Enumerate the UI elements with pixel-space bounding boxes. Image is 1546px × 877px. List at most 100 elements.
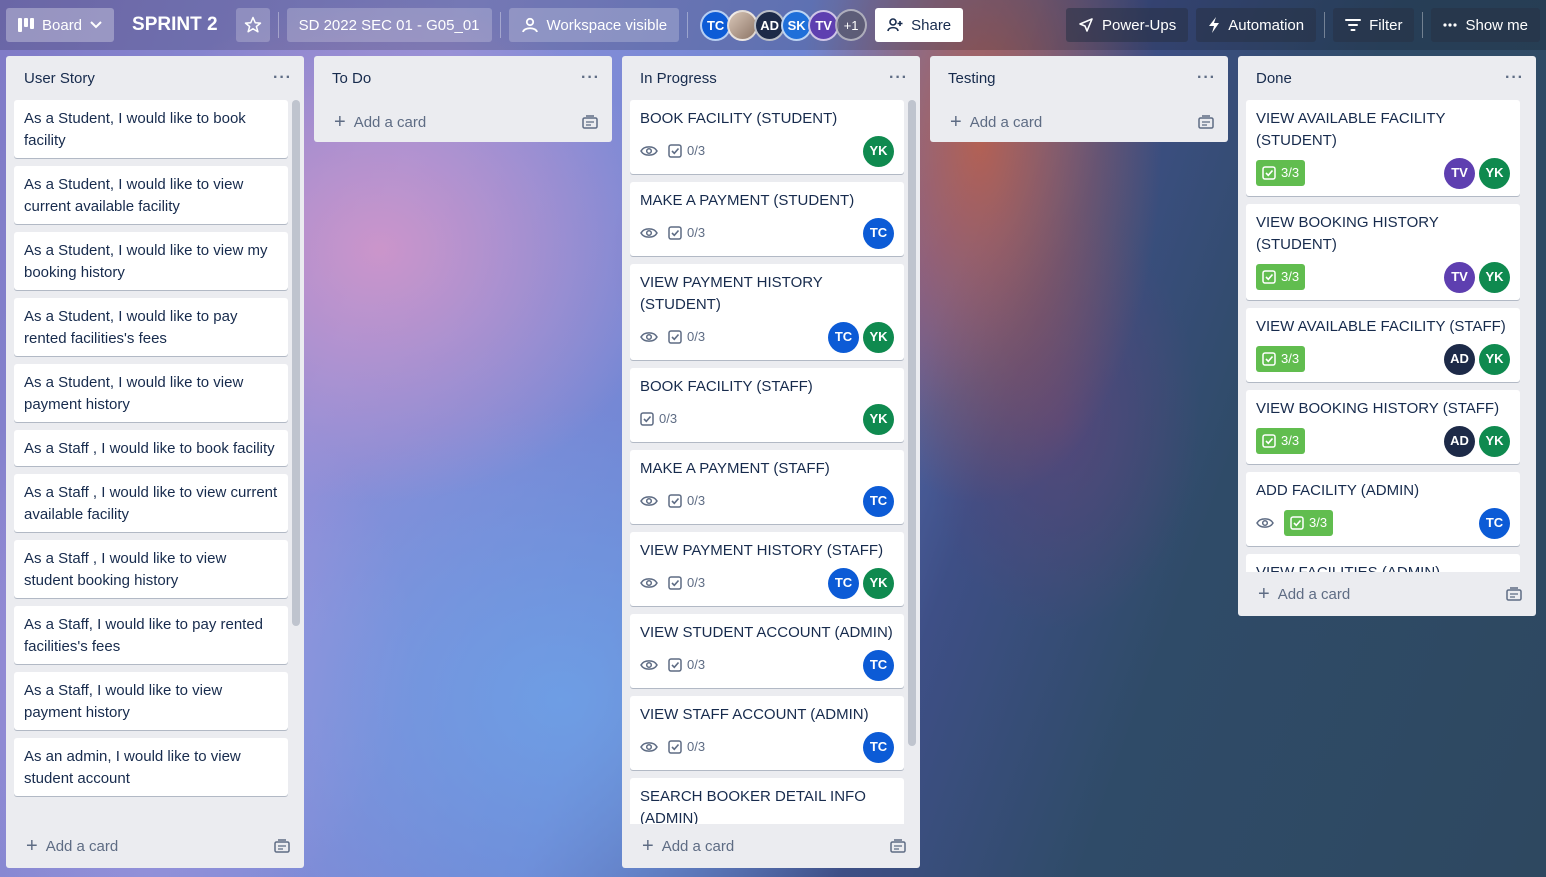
card[interactable]: As a Student, I would like to view curre… <box>14 166 288 224</box>
card[interactable]: MAKE A PAYMENT (STUDENT) 0/3 TC <box>630 182 904 256</box>
avatar[interactable]: TC <box>828 321 859 353</box>
card[interactable]: VIEW PAYMENT HISTORY (STAFF) 0/3 TC YK <box>630 532 904 606</box>
board-members: TC AD SK TV +1 <box>700 9 868 41</box>
share-button[interactable]: Share <box>875 8 964 42</box>
avatar[interactable]: TC <box>828 567 859 599</box>
card[interactable]: As a Student, I would like to book facil… <box>14 100 288 158</box>
checklist-badge: 3/3 <box>1284 510 1334 536</box>
add-card-button[interactable]: + Add a card <box>334 112 426 132</box>
avatar[interactable]: TC <box>863 485 894 517</box>
card[interactable]: As a Student, I would like to view payme… <box>14 364 288 422</box>
avatar[interactable]: YK <box>1479 157 1510 189</box>
visibility-button[interactable]: Workspace visible <box>508 8 680 42</box>
scrollbar[interactable] <box>292 100 300 626</box>
add-card-button[interactable]: + Add a card <box>1258 584 1350 604</box>
card[interactable]: As an admin, I would like to view studen… <box>14 738 288 796</box>
card-template-icon[interactable] <box>890 839 906 853</box>
card[interactable]: As a Student, I would like to pay rented… <box>14 298 288 356</box>
list-title[interactable]: Testing <box>948 70 996 87</box>
avatar[interactable]: YK <box>863 567 894 599</box>
add-card-button[interactable]: + Add a card <box>642 836 734 856</box>
list-header[interactable]: In Progress ··· <box>622 56 920 100</box>
power-ups-button[interactable]: Power-Ups <box>1066 8 1189 42</box>
avatar[interactable]: YK <box>1479 343 1510 375</box>
add-card-button[interactable]: + Add a card <box>950 112 1042 132</box>
list-menu-icon[interactable]: ··· <box>1505 69 1524 87</box>
automation-button[interactable]: Automation <box>1196 8 1317 42</box>
more-members-badge[interactable]: +1 <box>835 9 868 41</box>
avatar[interactable]: YK <box>863 403 894 435</box>
card[interactable]: ADD FACILITY (ADMIN) 3/3 TC <box>1246 472 1520 546</box>
avatar[interactable]: TV <box>1444 261 1475 293</box>
list-header[interactable]: Testing ··· <box>930 56 1228 100</box>
list-title[interactable]: To Do <box>332 70 371 87</box>
star-button[interactable] <box>235 8 270 42</box>
board-view-switcher[interactable]: Board <box>6 8 115 42</box>
card[interactable]: As a Staff , I would like to view studen… <box>14 540 288 598</box>
add-person-icon <box>887 17 903 33</box>
card[interactable]: VIEW FACILITIES (ADMIN)3/3TC <box>1246 554 1520 572</box>
card[interactable]: VIEW BOOKING HISTORY (STAFF) 3/3 AD YK <box>1246 390 1520 464</box>
avatar[interactable]: TC <box>863 731 894 763</box>
add-card-button[interactable]: + Add a card <box>26 836 118 856</box>
board-header: Board SPRINT 2 SD 2022 SEC 01 - G05_01 W… <box>0 0 1546 50</box>
avatar[interactable]: TV <box>1444 157 1475 189</box>
card[interactable]: BOOK FACILITY (STUDENT) 0/3 YK <box>630 100 904 174</box>
card[interactable]: VIEW AVAILABLE FACILITY (STAFF) 3/3 AD YK <box>1246 308 1520 382</box>
list-menu-icon[interactable]: ··· <box>273 69 292 87</box>
card[interactable]: BOOK FACILITY (STAFF) 0/3 YK <box>630 368 904 442</box>
list-title[interactable]: In Progress <box>640 70 717 87</box>
card-template-icon[interactable] <box>582 115 598 129</box>
checklist-count: 0/3 <box>687 739 706 754</box>
card[interactable]: VIEW STAFF ACCOUNT (ADMIN) 0/3 TC <box>630 696 904 770</box>
list-menu-icon[interactable]: ··· <box>889 69 908 87</box>
card[interactable]: VIEW PAYMENT HISTORY (STUDENT) 0/3 TC YK <box>630 264 904 360</box>
list-title[interactable]: Done <box>1256 70 1292 87</box>
card-template-icon[interactable] <box>1198 115 1214 129</box>
card-title: MAKE A PAYMENT (STAFF) <box>640 460 830 477</box>
avatar[interactable]: YK <box>1479 425 1510 457</box>
card-template-icon[interactable] <box>1506 587 1522 601</box>
scrollbar[interactable] <box>908 100 916 746</box>
card[interactable]: As a Staff, I would like to pay rented f… <box>14 606 288 664</box>
avatar[interactable]: AD <box>1444 425 1475 457</box>
people-icon <box>521 17 539 33</box>
filter-button[interactable]: Filter <box>1333 8 1415 42</box>
list-title[interactable]: User Story <box>24 70 95 87</box>
list-header[interactable]: Done ··· <box>1238 56 1536 100</box>
filter-icon <box>1345 18 1362 32</box>
checklist-icon <box>1262 434 1276 448</box>
card[interactable]: SEARCH BOOKER DETAIL INFO (ADMIN)0/3TC <box>630 778 904 824</box>
card[interactable]: As a Student, I would like to view my bo… <box>14 232 288 290</box>
card-title: As a Staff , I would like to view curren… <box>24 484 278 523</box>
avatar[interactable]: TC <box>863 217 894 249</box>
filter-label: Filter <box>1369 16 1403 34</box>
card[interactable]: VIEW STUDENT ACCOUNT (ADMIN) 0/3 TC <box>630 614 904 688</box>
card[interactable]: As a Staff , I would like to view curren… <box>14 474 288 532</box>
card-title: VIEW STAFF ACCOUNT (ADMIN) <box>640 706 869 723</box>
workspace-button[interactable]: SD 2022 SEC 01 - G05_01 <box>286 8 492 42</box>
card-title: As a Student, I would like to view payme… <box>24 374 244 413</box>
list-header[interactable]: To Do ··· <box>314 56 612 100</box>
avatar[interactable]: TC <box>863 649 894 681</box>
list-menu-icon[interactable]: ··· <box>1197 69 1216 87</box>
avatar[interactable]: YK <box>1479 261 1510 293</box>
card[interactable]: VIEW BOOKING HISTORY (STUDENT) 3/3 TV YK <box>1246 204 1520 300</box>
avatar[interactable]: AD <box>1444 343 1475 375</box>
card-members: TV YK <box>1444 261 1510 293</box>
card[interactable]: VIEW AVAILABLE FACILITY (STUDENT) 3/3 TV YK <box>1246 100 1520 196</box>
list-menu-icon[interactable]: ··· <box>581 69 600 87</box>
card[interactable]: As a Staff, I would like to view payment… <box>14 672 288 730</box>
show-menu-button[interactable]: Show me <box>1431 8 1540 42</box>
divider <box>277 12 279 38</box>
avatar[interactable]: YK <box>863 135 894 167</box>
list-header[interactable]: User Story ··· <box>6 56 304 100</box>
card-template-icon[interactable] <box>274 839 290 853</box>
card[interactable]: As a Staff , I would like to book facili… <box>14 430 288 466</box>
avatar[interactable]: YK <box>863 321 894 353</box>
avatar[interactable]: TC <box>1479 507 1510 539</box>
checklist-icon <box>1262 166 1276 180</box>
card[interactable]: MAKE A PAYMENT (STAFF) 0/3 TC <box>630 450 904 524</box>
plus-icon: + <box>642 835 654 857</box>
board-title[interactable]: SPRINT 2 <box>122 14 228 36</box>
